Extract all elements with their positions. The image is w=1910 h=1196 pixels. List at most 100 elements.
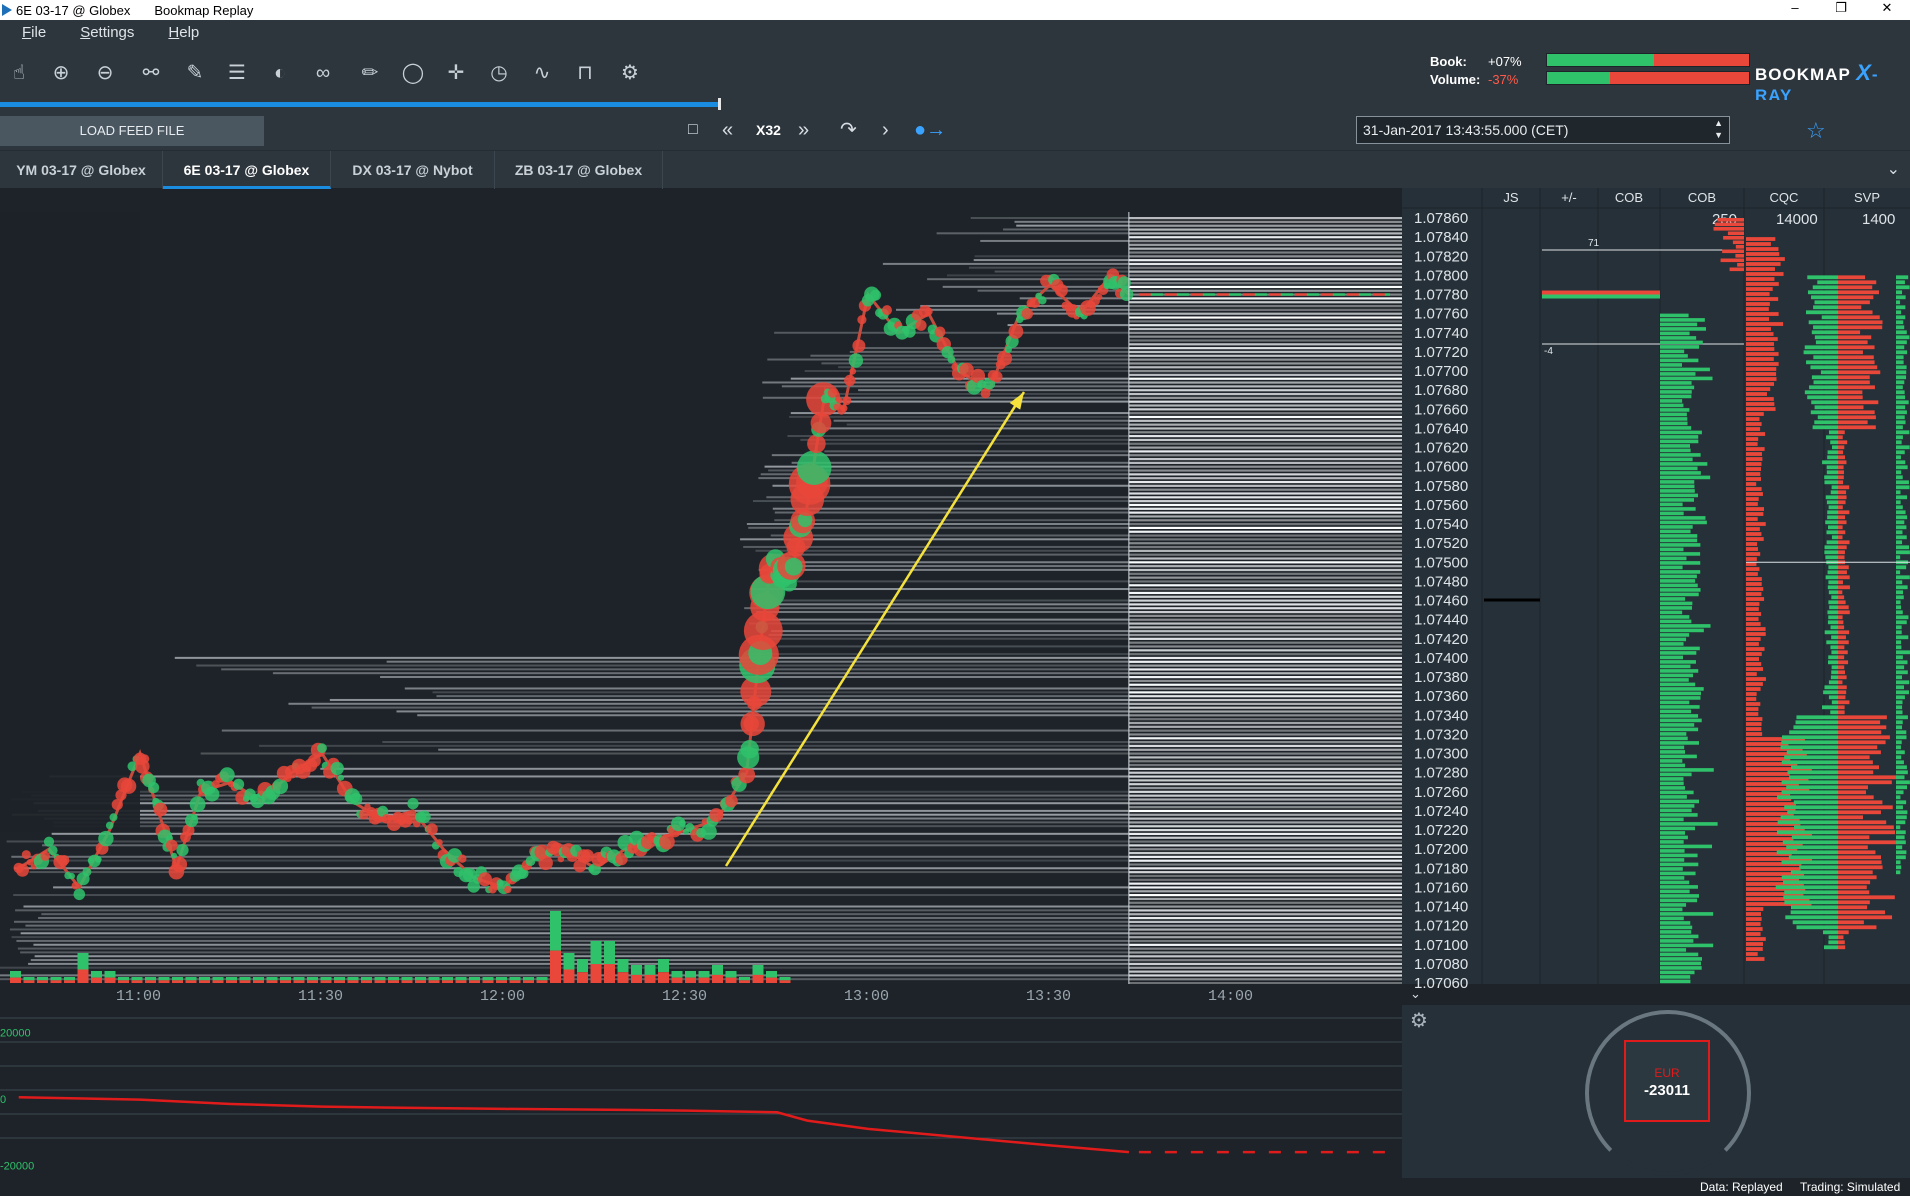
cob-bar [1660, 979, 1691, 984]
cqc-bar [1746, 667, 1764, 671]
svp-right-bar [1896, 530, 1903, 535]
cob-bar [1660, 664, 1691, 669]
cqc-bar [1746, 372, 1777, 376]
svp-right-bar [1896, 575, 1910, 580]
svp-sell-bar [1838, 280, 1877, 285]
cob-bar [1660, 430, 1702, 435]
svp-sell-bar [1838, 815, 1863, 820]
svp-buy-bar [1789, 775, 1838, 780]
svp-buy-bar [1828, 430, 1838, 435]
trade-dot [738, 766, 756, 784]
volume-bar [536, 980, 548, 983]
cqc-bar [1746, 607, 1759, 611]
svp-right-bar [1896, 845, 1903, 850]
svp-buy-bar [1830, 440, 1838, 445]
volume-bar [455, 977, 467, 981]
cqc-bar [1746, 507, 1765, 511]
svp-right-bar [1896, 800, 1907, 805]
cob-bar [1660, 628, 1704, 633]
volume-bar [158, 980, 170, 983]
js-marker [1484, 598, 1540, 602]
cob-bar [1660, 826, 1696, 831]
svp-buy-bar [1786, 750, 1838, 755]
trade-dot [458, 854, 467, 863]
volume-bar [307, 977, 318, 981]
svp-right-bar [1896, 280, 1905, 285]
svp-sell-bar [1838, 880, 1871, 885]
cob-bar [1660, 673, 1694, 678]
cob-bar [1660, 637, 1687, 642]
svp-sell-bar [1838, 805, 1893, 810]
cqc-bar [1746, 642, 1759, 646]
price-tick-label: 1.07240 [1414, 803, 1468, 820]
cob-bar [1660, 313, 1689, 318]
cqc-bar [1746, 392, 1767, 396]
volume-bar [10, 971, 21, 978]
svp-sell-bar [1838, 645, 1845, 650]
indicator-tick-label: -20000 [0, 1160, 34, 1172]
volume-bar [374, 977, 386, 981]
cob-bar [1660, 367, 1710, 372]
collapse-chevron-icon[interactable]: ⌄ [1410, 986, 1421, 1002]
cob-bar [1660, 619, 1692, 624]
svp-buy-bar [1827, 620, 1838, 625]
cqc-bar [1746, 267, 1775, 271]
svp-buy-bar [1827, 585, 1838, 590]
svp-right-bar [1896, 870, 1901, 875]
volume-bar [550, 911, 561, 951]
svp-right-bar [1896, 290, 1903, 295]
volume-bar [631, 974, 642, 983]
svp-sell-bar [1838, 745, 1878, 750]
scale-value: 1400 [1862, 211, 1895, 228]
svp-sell-bar [1838, 455, 1846, 460]
cqc-bar [1746, 237, 1776, 241]
cob-mark: -4 [1544, 346, 1553, 357]
svp-buy-bar [1827, 450, 1838, 455]
svp-buy-bar [1828, 505, 1838, 510]
trade-dot [189, 796, 206, 813]
cqc-bar [1746, 412, 1764, 416]
volume-bar [631, 965, 642, 975]
widget-gear-icon[interactable]: ⚙ [1410, 1008, 1428, 1033]
svp-buy-bar [1791, 835, 1838, 840]
cqc-bar [1746, 672, 1757, 676]
cqc-bar [1746, 557, 1757, 561]
volume-bar [226, 980, 237, 983]
svp-buy-bar [1831, 650, 1838, 655]
svp-right-bar [1896, 645, 1902, 650]
cob-bar [1660, 642, 1684, 646]
svp-sell-bar [1838, 530, 1846, 535]
svp-right-bar [1896, 380, 1905, 385]
svp-buy-bar [1784, 805, 1838, 810]
volume-bar [604, 964, 615, 983]
volume-bar [37, 980, 48, 983]
svp-right-bar [1896, 420, 1906, 425]
price-tick-label: 1.07140 [1414, 899, 1468, 916]
svp-buy-bar [1828, 940, 1838, 945]
cob-bar [1660, 763, 1686, 768]
svp-buy-bar [1781, 790, 1838, 795]
price-tick-label: 1.07480 [1414, 573, 1468, 590]
cqc-bar [1746, 432, 1766, 436]
svp-sell-bar [1838, 750, 1881, 755]
svp-buy-bar [1826, 640, 1838, 645]
cob-bar [1660, 471, 1701, 475]
cqc-bar [1746, 652, 1762, 656]
cob-bar [1660, 480, 1695, 484]
price-tick-label: 1.07600 [1414, 459, 1468, 476]
svp-sell-bar [1838, 355, 1874, 360]
cqc-bar [1746, 732, 1763, 736]
cqc-bar [1746, 467, 1762, 471]
svp-sell-bar [1838, 430, 1845, 435]
svp-sell-bar [1838, 910, 1886, 915]
svp-sell-bar [1838, 480, 1844, 485]
cob-bar [1660, 732, 1687, 736]
volume-bar [752, 965, 764, 975]
volume-bar [482, 977, 494, 981]
svp-sell-bar [1838, 945, 1846, 950]
svp-buy-bar [1780, 815, 1838, 820]
svp-buy-bar [1825, 495, 1838, 500]
cob-bar [1660, 754, 1697, 759]
svp-right-bar [1896, 860, 1901, 865]
volume-bar [563, 969, 575, 983]
